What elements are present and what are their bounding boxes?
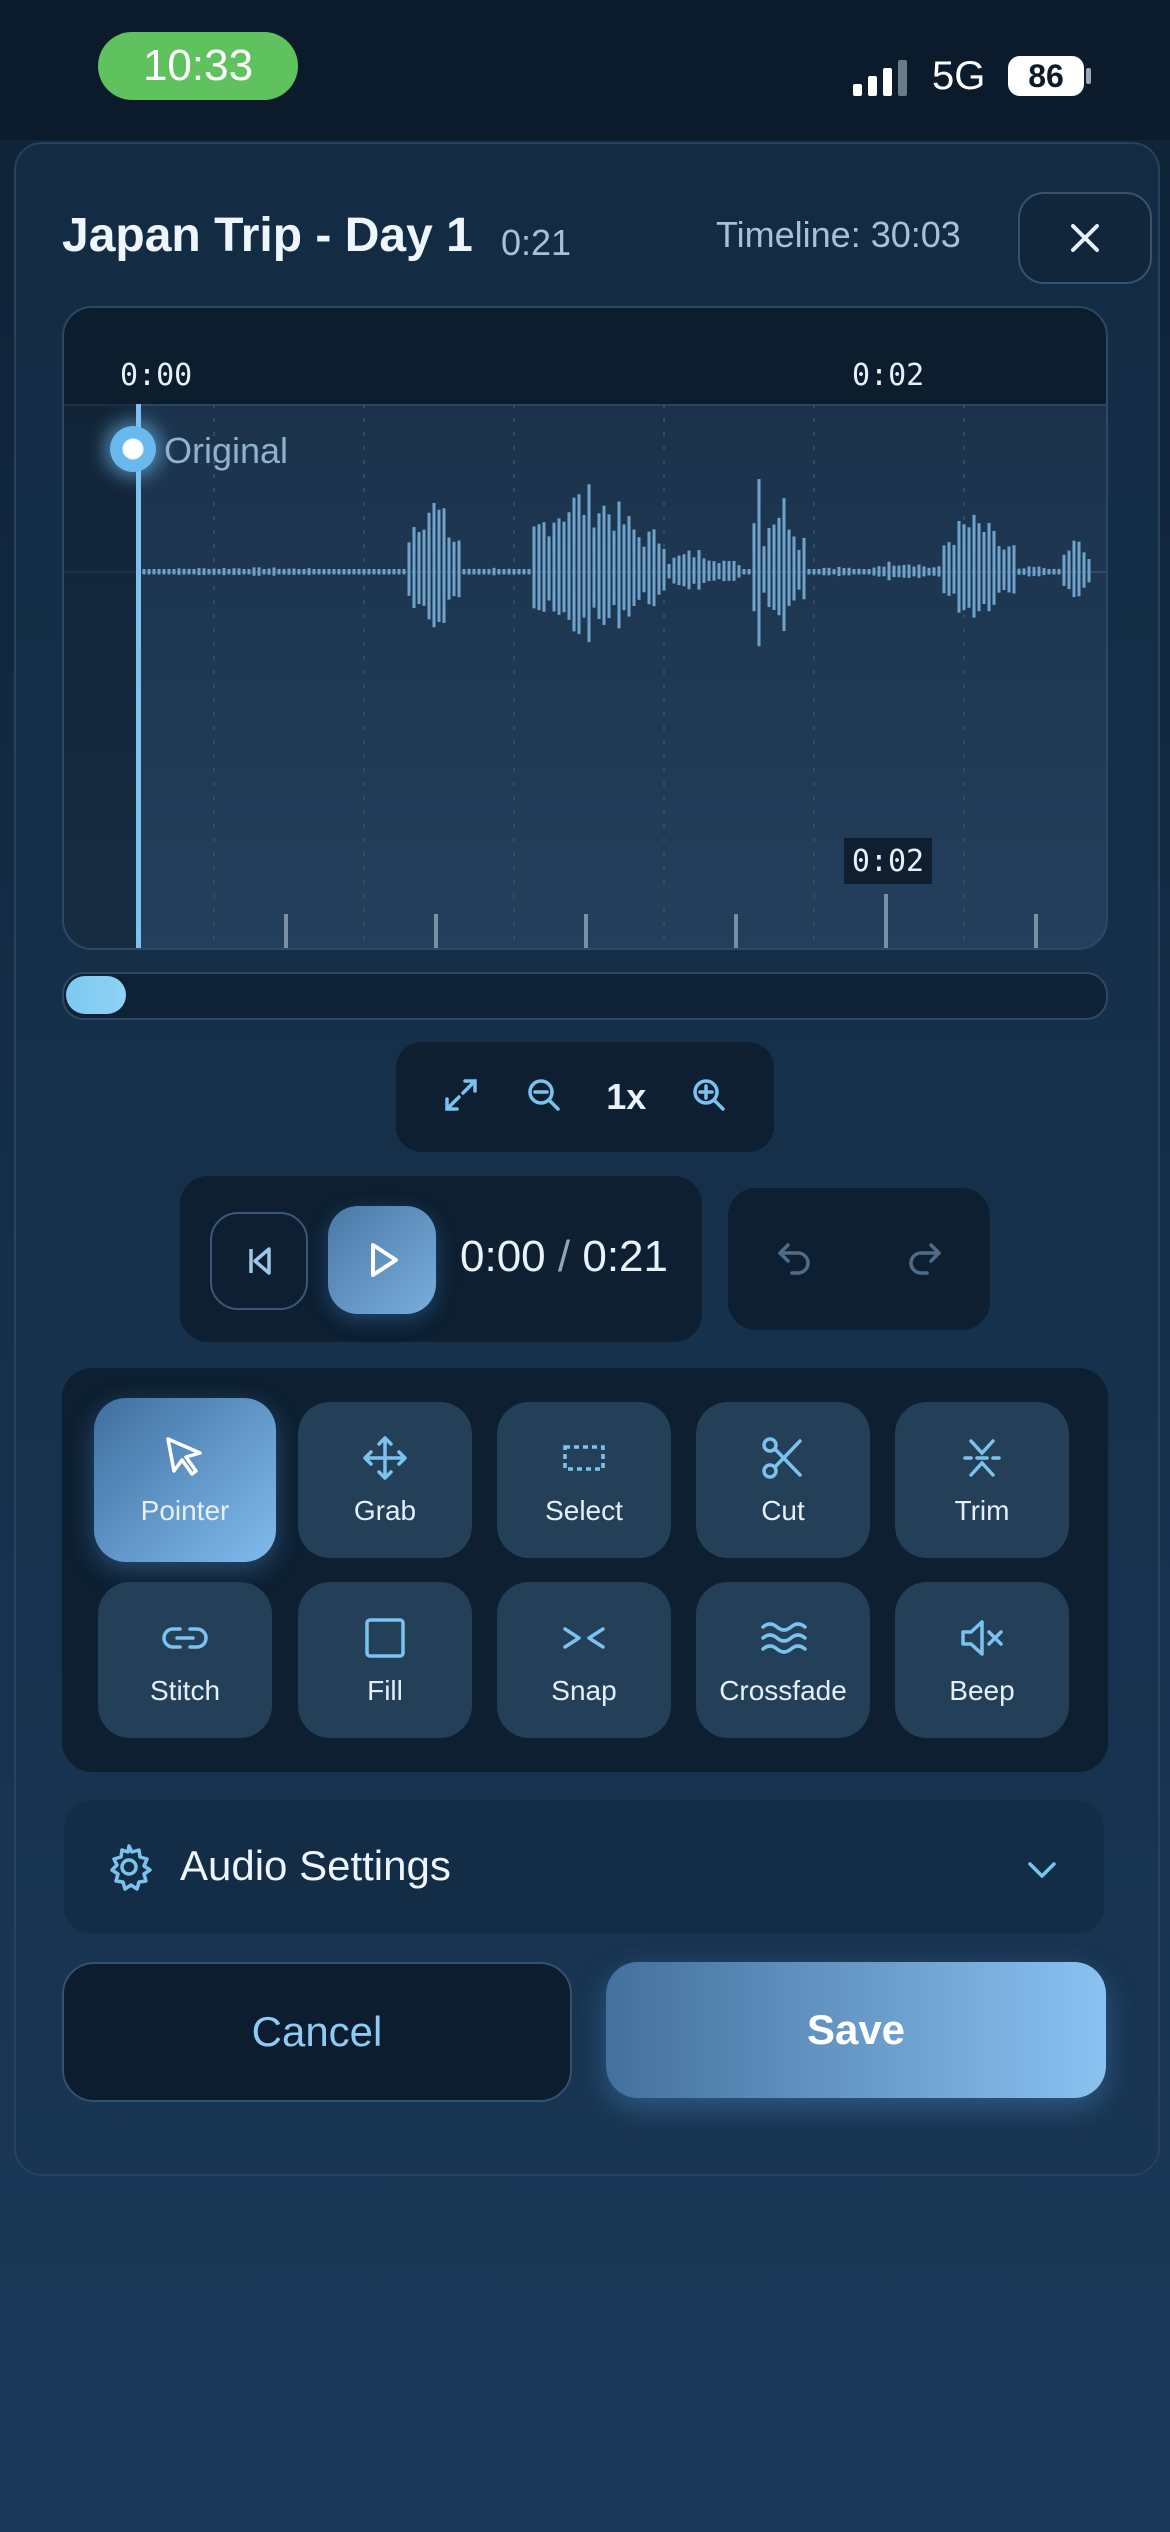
chevron-down-icon: [1028, 1862, 1056, 1878]
timeline-length: Timeline: 30:03: [716, 214, 961, 255]
timeline-scrubber[interactable]: [62, 972, 1108, 1020]
tool-label: Snap: [551, 1675, 617, 1706]
undo-icon: [777, 1242, 810, 1275]
tool-select[interactable]: Select: [497, 1402, 671, 1558]
play-button[interactable]: [328, 1206, 436, 1314]
play-icon: [371, 1243, 398, 1277]
signal-icon: [853, 60, 907, 96]
audio-settings-toggle[interactable]: Audio Settings: [64, 1800, 1104, 1934]
redo-icon: [908, 1242, 941, 1275]
battery-tip: [1086, 68, 1091, 84]
close-icon: [1071, 224, 1099, 252]
playhead[interactable]: [136, 404, 141, 948]
tool-label: Cut: [761, 1495, 805, 1526]
track-label: Original: [164, 430, 289, 471]
tool-label: Crossfade: [719, 1675, 847, 1706]
playback-time: 0:00 / 0:21: [460, 1232, 668, 1282]
battery-icon: 86: [1008, 56, 1084, 96]
tool-snap[interactable]: Snap: [497, 1582, 671, 1738]
tool-crossfade[interactable]: Crossfade: [696, 1582, 870, 1738]
waveform-canvas[interactable]: [64, 404, 1106, 948]
waveform-editor[interactable]: 0:00 0:02 Original 0:02: [62, 306, 1108, 950]
pointer-icon: [166, 1437, 202, 1476]
current-time: 0:00: [460, 1232, 546, 1281]
tool-beep[interactable]: Beep: [895, 1582, 1069, 1738]
tool-trim[interactable]: Trim: [895, 1402, 1069, 1558]
tool-grab[interactable]: Grab: [298, 1402, 472, 1558]
tool-label: Trim: [954, 1495, 1010, 1526]
zoom-fit-button[interactable]: [441, 1075, 481, 1120]
trimmed-region: [64, 404, 138, 948]
playhead-handle[interactable]: [110, 426, 156, 472]
tool-label: Fill: [367, 1675, 403, 1706]
tool-label: Grab: [353, 1495, 417, 1526]
tool-label: Pointer: [140, 1495, 230, 1526]
skip-back-icon: [249, 1247, 271, 1275]
move-icon: [363, 1436, 407, 1480]
ruler-time-start: 0:00: [120, 358, 193, 393]
clip-duration: 0:21: [501, 222, 572, 263]
select-icon: [563, 1445, 605, 1471]
zoom-out-icon: [527, 1078, 560, 1111]
status-time: 10:33: [98, 32, 298, 100]
playback-controls: 0:00 / 0:21: [180, 1176, 702, 1342]
zoom-in-button[interactable]: [689, 1075, 729, 1120]
ruler-time-mark: 0:02: [852, 358, 925, 393]
zoom-level: 1x: [606, 1076, 647, 1117]
trim-icon: [963, 1439, 1001, 1477]
total-time: 0:21: [582, 1232, 668, 1281]
scrubber-thumb[interactable]: [66, 976, 126, 1014]
skip-to-start-button[interactable]: [210, 1212, 308, 1310]
page-title: Japan Trip - Day 1: [62, 209, 473, 262]
network-type: 5G: [932, 54, 986, 98]
tool-palette: Pointer Grab Select Cut Trim Stitch Fill…: [62, 1368, 1108, 1772]
hover-time-label: 0:02: [844, 838, 932, 884]
tool-cut[interactable]: Cut: [696, 1402, 870, 1558]
tool-label: Beep: [949, 1675, 1015, 1706]
redo-button[interactable]: [903, 1235, 947, 1284]
time-ruler[interactable]: 0:00 0:02: [64, 308, 1106, 406]
tool-label: Select: [545, 1495, 623, 1526]
zoom-out-button[interactable]: [524, 1075, 564, 1120]
expand-icon: [445, 1078, 477, 1111]
gear-icon: [110, 1844, 152, 1891]
close-button[interactable]: [1018, 192, 1152, 284]
save-button[interactable]: Save: [606, 1962, 1106, 2098]
link-icon: [162, 1627, 208, 1649]
status-bar: 10:33 5G 86: [0, 0, 1170, 140]
undo-button[interactable]: [772, 1235, 816, 1284]
audio-settings-label: Audio Settings: [180, 1842, 451, 1889]
mute-icon: [961, 1620, 1003, 1656]
tool-label: Stitch: [149, 1675, 221, 1706]
square-icon: [365, 1618, 405, 1658]
scissors-icon: [762, 1437, 802, 1479]
waves-icon: [761, 1622, 807, 1654]
tool-pointer[interactable]: Pointer: [94, 1398, 276, 1562]
zoom-controls: 1x: [396, 1042, 774, 1152]
tool-stitch[interactable]: Stitch: [98, 1582, 272, 1738]
time-separator: /: [557, 1232, 571, 1281]
zoom-in-icon: [692, 1078, 725, 1111]
tool-fill[interactable]: Fill: [298, 1582, 472, 1738]
history-controls: [728, 1188, 990, 1330]
cancel-button[interactable]: Cancel: [62, 1962, 572, 2102]
snap-icon: [563, 1627, 605, 1649]
